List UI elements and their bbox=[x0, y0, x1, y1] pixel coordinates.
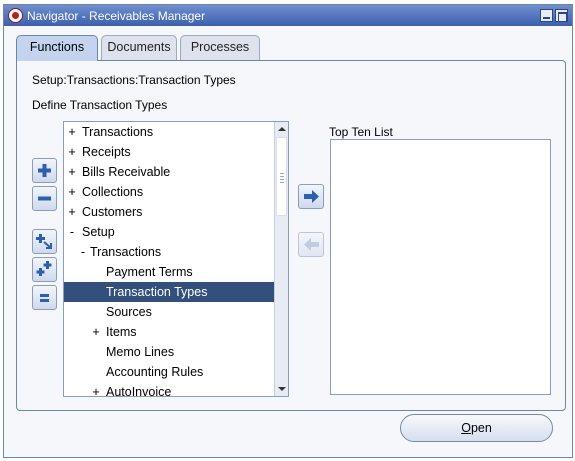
add-to-top-ten-button[interactable] bbox=[298, 184, 324, 209]
collapse-node-icon[interactable]: - bbox=[78, 242, 88, 262]
tree-item[interactable]: + Bills Receivable bbox=[64, 162, 274, 182]
expand-node-icon[interactable]: + bbox=[67, 182, 77, 202]
expand-node-icon[interactable]: + bbox=[67, 202, 77, 222]
tree-item[interactable]: + Transactions bbox=[64, 122, 274, 142]
tree-list: + Transactions + Receipts + Bills Receivable +… bbox=[64, 122, 274, 397]
tree-item[interactable]: + Customers bbox=[64, 202, 274, 222]
top-ten-label: Top Ten List bbox=[329, 125, 393, 139]
collapse-icon bbox=[38, 196, 51, 201]
title-bar[interactable]: Navigator - Receivables Manager bbox=[4, 5, 572, 26]
open-button-mnemonic: O bbox=[461, 421, 471, 435]
grip-icon bbox=[280, 173, 284, 185]
tree-item[interactable]: + Items bbox=[64, 322, 274, 342]
expand-button[interactable] bbox=[32, 158, 57, 183]
tree-item[interactable]: + Collections bbox=[64, 182, 274, 202]
scroll-down-arrow-icon[interactable] bbox=[275, 382, 288, 396]
top-ten-list[interactable] bbox=[330, 139, 551, 395]
define-label: Define Transaction Types bbox=[32, 98, 168, 112]
remove-from-top-ten-button[interactable] bbox=[298, 232, 324, 257]
tree-item[interactable]: + AutoInvoice bbox=[64, 382, 274, 397]
tree-item-label: Accounting Rules bbox=[106, 365, 204, 379]
window-title: Navigator - Receivables Manager bbox=[27, 9, 206, 23]
expand-all-icon bbox=[36, 261, 52, 276]
tree-item-label: Transaction Types bbox=[106, 285, 208, 299]
tree-item[interactable]: Sources bbox=[64, 302, 274, 322]
tab-processes[interactable]: Processes bbox=[180, 35, 260, 60]
tree-item-label: Transactions bbox=[90, 245, 162, 259]
arrow-left-icon bbox=[304, 238, 319, 251]
tree-item-label: AutoInvoice bbox=[106, 385, 172, 397]
tree-scrollbar[interactable] bbox=[274, 122, 288, 396]
function-tree[interactable]: + Transactions + Receipts + Bills Receivable +… bbox=[63, 121, 289, 397]
expand-node-icon[interactable]: + bbox=[91, 382, 101, 396]
scroll-thumb[interactable] bbox=[276, 137, 287, 216]
tree-item-label: Customers bbox=[82, 205, 143, 219]
expand-node-icon[interactable]: + bbox=[91, 322, 101, 342]
tree-item-label: Receipts bbox=[82, 145, 131, 159]
expand-node-icon[interactable]: + bbox=[67, 142, 77, 162]
expand-icon bbox=[38, 164, 51, 177]
open-button[interactable]: Open bbox=[400, 414, 553, 442]
tree-item-label: Bills Receivable bbox=[82, 165, 171, 179]
tree-item-label: Setup bbox=[82, 225, 115, 239]
tree-item-label: Memo Lines bbox=[106, 345, 175, 359]
breadcrumb: Setup:Transactions:Transaction Types bbox=[32, 73, 236, 87]
tree-item-label: Payment Terms bbox=[106, 265, 193, 279]
tree-item-label: Collections bbox=[82, 185, 144, 199]
expand-branch-button[interactable] bbox=[32, 229, 57, 254]
maximize-icon[interactable] bbox=[555, 9, 568, 22]
tree-item[interactable]: Memo Lines bbox=[64, 342, 274, 362]
expand-node-icon[interactable]: + bbox=[67, 162, 77, 182]
tree-item[interactable]: - Transactions bbox=[64, 242, 274, 262]
collapse-all-button[interactable] bbox=[32, 285, 57, 310]
tree-item-label: Transactions bbox=[82, 125, 154, 139]
tree-item[interactable]: Payment Terms bbox=[64, 262, 274, 282]
tree-item[interactable]: Transaction Types bbox=[64, 282, 274, 302]
expand-all-button[interactable] bbox=[32, 257, 57, 282]
tree-item[interactable]: + Receipts bbox=[64, 142, 274, 162]
oracle-logo-icon bbox=[8, 8, 23, 23]
expand-branch-icon bbox=[36, 234, 52, 249]
open-button-label: pen bbox=[470, 421, 492, 435]
arrow-right-icon bbox=[304, 190, 319, 203]
tree-item-label: Items bbox=[106, 325, 137, 339]
collapse-node-icon[interactable]: - bbox=[67, 222, 77, 242]
tree-item[interactable]: Accounting Rules bbox=[64, 362, 274, 382]
functions-panel: Setup:Transactions:Transaction Types Def… bbox=[16, 60, 566, 411]
minimize-icon[interactable] bbox=[540, 9, 553, 22]
tab-documents[interactable]: Documents bbox=[101, 35, 177, 60]
collapse-all-icon bbox=[40, 294, 49, 302]
tree-item[interactable]: - Setup bbox=[64, 222, 274, 242]
scroll-up-arrow-icon[interactable] bbox=[275, 122, 288, 136]
tab-functions[interactable]: Functions bbox=[16, 35, 98, 61]
expand-node-icon[interactable]: + bbox=[67, 122, 77, 142]
tree-item-label: Sources bbox=[106, 305, 152, 319]
collapse-button[interactable] bbox=[32, 186, 57, 211]
